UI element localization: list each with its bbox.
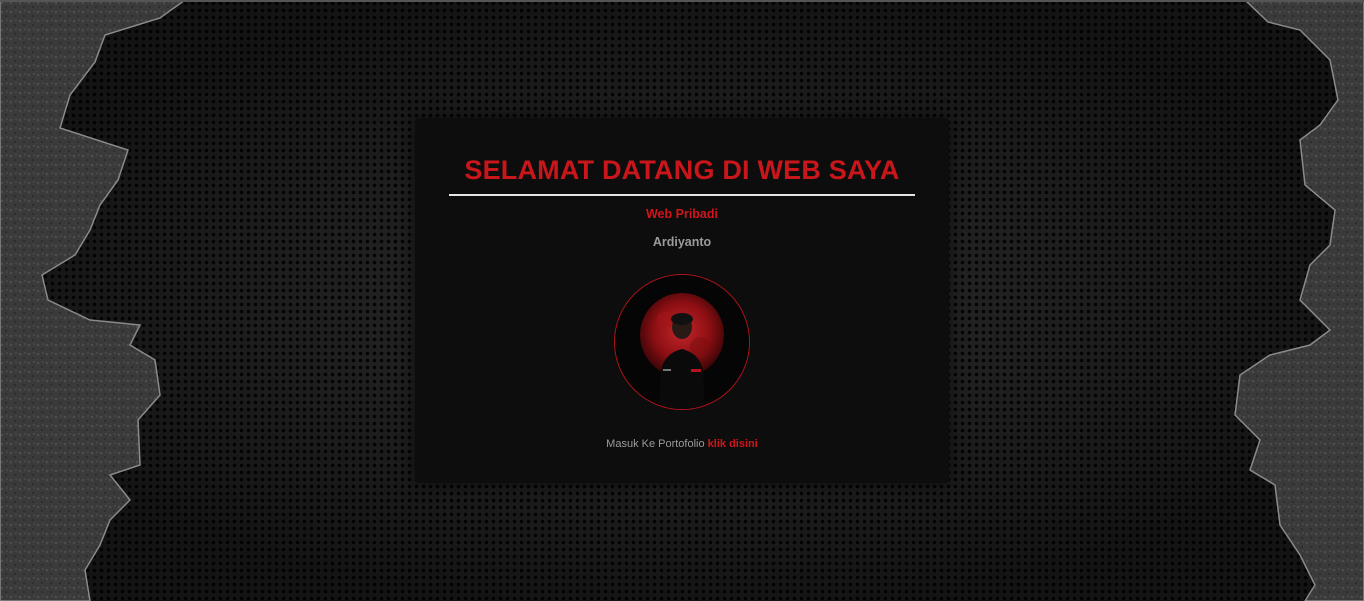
title-divider [449, 194, 915, 196]
subtitle: Web Pribadi [645, 207, 718, 221]
welcome-card: SELAMAT DATANG DI WEB SAYA Web Pribadi A… [415, 118, 949, 483]
avatar [614, 274, 750, 410]
page-title: SELAMAT DATANG DI WEB SAYA [464, 155, 900, 185]
portfolio-link[interactable]: klik disini [708, 438, 758, 450]
portfolio-prompt: Masuk Ke Portofolio klik disini [415, 438, 949, 450]
owner-name: Ardiyanto [652, 235, 712, 249]
portfolio-prompt-text: Masuk Ke Portofolio [606, 438, 705, 450]
profile-photo-icon [615, 275, 749, 409]
